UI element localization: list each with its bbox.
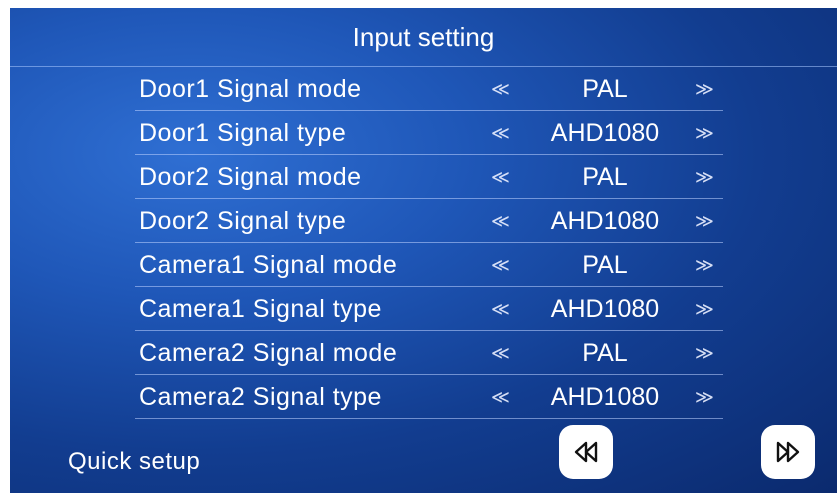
- setting-label: Camera2 Signal type: [139, 383, 382, 411]
- next-option-icon[interactable]: ≫: [695, 67, 714, 111]
- setting-value[interactable]: PAL: [530, 67, 680, 111]
- next-option-icon[interactable]: ≫: [695, 243, 714, 287]
- next-option-icon[interactable]: ≫: [695, 331, 714, 375]
- next-option-icon[interactable]: ≫: [695, 199, 714, 243]
- prev-option-icon[interactable]: ≪: [491, 331, 510, 375]
- double-chevron-right-icon: [776, 441, 800, 463]
- prev-option-icon[interactable]: ≪: [491, 243, 510, 287]
- next-option-icon[interactable]: ≫: [695, 375, 714, 419]
- screen: Input setting Door1 Signal mode ≪ PAL ≫ …: [10, 8, 837, 493]
- setting-value[interactable]: PAL: [530, 243, 680, 287]
- prev-option-icon[interactable]: ≪: [491, 375, 510, 419]
- next-option-icon[interactable]: ≫: [695, 111, 714, 155]
- setting-row-camera1-signal-type: Camera1 Signal type ≪ AHD1080 ≫: [135, 287, 723, 331]
- setting-label: Door2 Signal mode: [139, 163, 362, 191]
- settings-list: Door1 Signal mode ≪ PAL ≫ Door1 Signal t…: [135, 67, 723, 419]
- prev-option-icon[interactable]: ≪: [491, 199, 510, 243]
- setting-value[interactable]: PAL: [530, 331, 680, 375]
- prev-option-icon[interactable]: ≪: [491, 287, 510, 331]
- prev-option-icon[interactable]: ≪: [491, 111, 510, 155]
- next-page-button[interactable]: [761, 425, 815, 479]
- next-option-icon[interactable]: ≫: [695, 155, 714, 199]
- quick-setup-label[interactable]: Quick setup: [68, 448, 200, 476]
- setting-row-camera2-signal-mode: Camera2 Signal mode ≪ PAL ≫: [135, 331, 723, 375]
- setting-row-door1-signal-mode: Door1 Signal mode ≪ PAL ≫: [135, 67, 723, 111]
- setting-value[interactable]: PAL: [530, 155, 680, 199]
- setting-label: Door2 Signal type: [139, 207, 347, 235]
- setting-label: Camera1 Signal type: [139, 295, 382, 323]
- setting-label: Door1 Signal mode: [139, 75, 362, 103]
- setting-label: Camera2 Signal mode: [139, 339, 398, 367]
- next-option-icon[interactable]: ≫: [695, 287, 714, 331]
- setting-value[interactable]: AHD1080: [530, 111, 680, 155]
- setting-row-door2-signal-type: Door2 Signal type ≪ AHD1080 ≫: [135, 199, 723, 243]
- prev-option-icon[interactable]: ≪: [491, 155, 510, 199]
- setting-label: Camera1 Signal mode: [139, 251, 398, 279]
- setting-label: Door1 Signal type: [139, 119, 347, 147]
- setting-row-camera2-signal-type: Camera2 Signal type ≪ AHD1080 ≫: [135, 375, 723, 419]
- setting-value[interactable]: AHD1080: [530, 199, 680, 243]
- setting-row-camera1-signal-mode: Camera1 Signal mode ≪ PAL ≫: [135, 243, 723, 287]
- double-chevron-left-icon: [574, 441, 598, 463]
- setting-row-door2-signal-mode: Door2 Signal mode ≪ PAL ≫: [135, 155, 723, 199]
- setting-value[interactable]: AHD1080: [530, 375, 680, 419]
- setting-row-door1-signal-type: Door1 Signal type ≪ AHD1080 ≫: [135, 111, 723, 155]
- prev-option-icon[interactable]: ≪: [491, 67, 510, 111]
- page-title: Input setting: [352, 21, 495, 52]
- prev-page-button[interactable]: [559, 425, 613, 479]
- setting-value[interactable]: AHD1080: [530, 287, 680, 331]
